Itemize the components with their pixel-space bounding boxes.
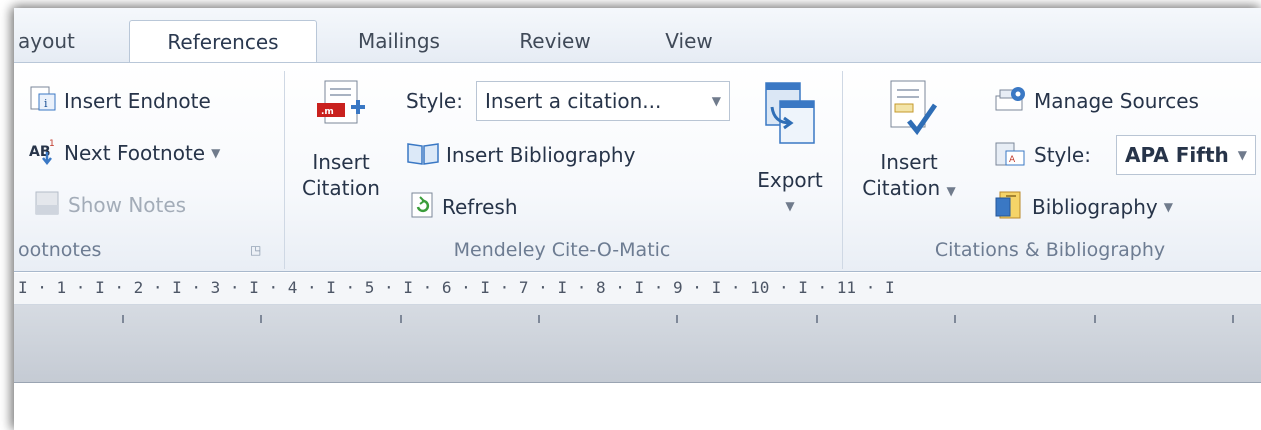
citation-style-value: APA Fifth [1125,143,1229,167]
word-window: ayout References Mailings Review View i … [14,8,1261,430]
chevron-down-icon: ▼ [946,184,956,198]
svg-text:.m: .m [321,107,334,117]
ribbon: i Insert Endnote AB 1 Next Footnote ▼ Sh… [14,62,1261,272]
ruler-tick [816,315,818,323]
document-page[interactable] [14,384,1261,430]
ruler-tick [400,315,402,323]
insert-bibliography-label: Insert Bibliography [446,143,636,167]
citation-style-label-row: A Style: [994,135,1091,175]
insert-endnote-button[interactable]: i Insert Endnote [28,81,211,121]
tab-page-layout[interactable]: ayout [14,20,124,62]
ribbon-tab-bar: ayout References Mailings Review View [14,8,1261,62]
group-separator [284,71,285,269]
mendeley-group-label: Mendeley Cite-O-Matic [453,239,671,261]
export-button[interactable]: Export ▼ [748,77,832,219]
svg-text:1: 1 [49,139,55,149]
group-separator [842,71,843,269]
document-margin-area [14,305,1261,383]
refresh-label: Refresh [442,195,518,219]
tab-review[interactable]: Review [500,20,610,62]
insert-endnote-icon: i [28,84,58,119]
manage-sources-icon [994,84,1028,119]
insert-citation-label-2: Citation [862,176,941,200]
chevron-down-icon: ▼ [711,94,721,108]
citation-style-select[interactable]: APA Fifth ▼ [1116,135,1256,175]
ruler-tick [122,315,124,323]
insert-bibliography-button[interactable]: Insert Bibliography [406,135,635,175]
ruler-tick [260,315,262,323]
insert-citation-button[interactable]: Insert Citation ▼ [854,77,964,204]
ruler-tick [1232,315,1234,323]
mendeley-style-select[interactable]: Insert a citation... ▼ [476,81,730,121]
insert-endnote-label: Insert Endnote [64,89,211,113]
manage-sources-label: Manage Sources [1034,89,1199,113]
insert-citation-label-2-row: Citation ▼ [854,175,964,204]
ruler-tick [1094,315,1096,323]
footnotes-group-label: ootnotes [18,239,102,261]
ruler-markings: I · 1 · I · 2 · I · 3 · I · 4 · I · 5 · … [18,278,895,297]
svg-text:A: A [1009,155,1016,165]
tab-references[interactable]: References [129,20,317,62]
chevron-down-icon: ▼ [785,199,795,213]
bibliography-button[interactable]: Bibliography ▼ [994,187,1173,227]
ruler-tick [538,315,540,323]
ruler-tick [676,315,678,323]
manage-sources-button[interactable]: Manage Sources [994,81,1199,121]
chevron-down-icon: ▼ [1237,148,1247,162]
footnotes-group: i Insert Endnote AB 1 Next Footnote ▼ Sh… [14,63,282,273]
bibliography-label: Bibliography [1032,195,1158,219]
svg-text:i: i [44,97,48,110]
chevron-down-icon: ▼ [211,146,221,160]
next-footnote-button[interactable]: AB 1 Next Footnote ▼ [28,133,220,173]
dialog-launcher-icon[interactable]: ◳ [250,243,261,257]
mendeley-insert-citation-button[interactable]: .m Insert Citation [296,77,386,201]
refresh-button[interactable]: Refresh [410,187,518,227]
next-footnote-label: Next Footnote [64,141,206,165]
mendeley-style-label: Style: [406,89,463,113]
citations-group-label: Citations & Bibliography [934,239,1166,261]
export-label: Export [757,168,823,192]
mendeley-insert-label-1: Insert [312,150,370,174]
mendeley-style-value: Insert a citation... [485,89,662,113]
tab-mailings[interactable]: Mailings [334,20,464,62]
show-notes-button[interactable]: Show Notes [32,185,186,225]
mendeley-citation-icon: .m [296,77,386,149]
citation-style-label: Style: [1034,143,1091,167]
insert-citation-label-1: Insert [880,150,938,174]
refresh-icon [410,191,436,224]
chevron-down-icon: ▼ [1163,200,1173,214]
show-notes-label: Show Notes [68,193,187,217]
mendeley-insert-label-2: Citation [302,176,380,200]
style-icon: A [994,139,1028,172]
tab-view[interactable]: View [644,20,734,62]
export-icon [748,77,832,167]
bibliography-icon [994,190,1026,225]
next-footnote-icon: AB 1 [28,136,58,171]
book-icon [406,140,440,171]
ruler-tick [954,315,956,323]
insert-citation-icon [854,77,964,149]
show-notes-icon [32,188,62,223]
horizontal-ruler[interactable]: I · 1 · I · 2 · I · 3 · I · 4 · I · 5 · … [14,273,1261,305]
citations-bibliography-group: Insert Citation ▼ Manage Sources A Style… [844,63,1256,273]
mendeley-group: .m Insert Citation Style: Insert a citat… [286,63,838,273]
